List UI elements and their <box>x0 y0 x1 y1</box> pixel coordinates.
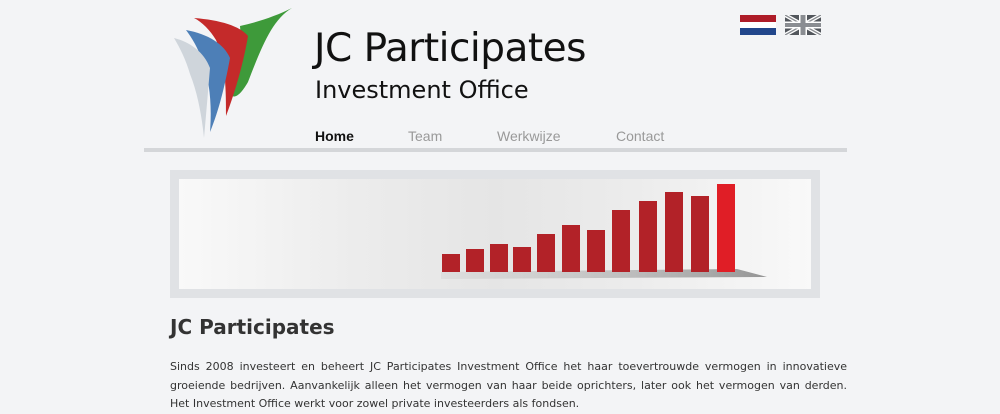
united-kingdom-flag-icon[interactable] <box>785 15 821 35</box>
language-switcher <box>740 15 821 35</box>
main-nav: Home Team Werkwijze Contact <box>315 128 664 144</box>
growth-bar-chart-graphic <box>441 184 767 279</box>
nav-item-team[interactable]: Team <box>408 128 497 144</box>
netherlands-flag-icon[interactable] <box>740 15 776 35</box>
brand-title: JC Participates <box>314 26 587 71</box>
logo-icon <box>174 8 292 138</box>
nav-item-werkwijze[interactable]: Werkwijze <box>497 128 616 144</box>
nav-divider <box>144 148 847 152</box>
banner <box>170 170 820 298</box>
nav-item-contact[interactable]: Contact <box>616 128 664 144</box>
intro-paragraph: Sinds 2008 investeert en beheert JC Part… <box>170 360 847 410</box>
page-heading: JC Participates <box>170 315 335 339</box>
nav-item-home[interactable]: Home <box>315 128 408 144</box>
brand-subtitle: Investment Office <box>315 76 529 104</box>
